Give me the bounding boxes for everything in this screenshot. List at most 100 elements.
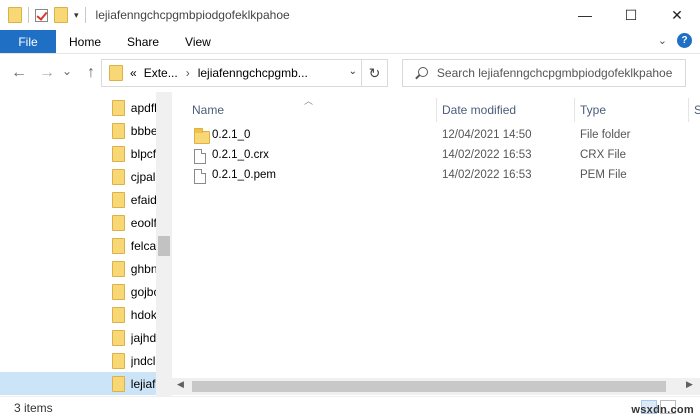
column-header-type[interactable]: Type (580, 100, 606, 120)
ribbon-tabs: File Home Share View ⌄ ? (0, 30, 700, 54)
breadcrumb-segment[interactable]: lejiafenngchcpgmb... (198, 66, 308, 80)
item-count: 3 items (14, 401, 53, 415)
tree-item-label: hdok (130, 307, 156, 322)
search-box[interactable] (402, 59, 686, 87)
column-divider[interactable] (688, 98, 689, 122)
tab-view[interactable]: View (172, 30, 224, 53)
navigation-pane-scroll-thumb[interactable] (158, 236, 170, 256)
properties-icon[interactable] (35, 8, 48, 22)
folder-icon (112, 145, 125, 162)
column-header-size[interactable]: S (694, 100, 700, 120)
tree-item-label: blpcf (130, 146, 156, 161)
tree-item[interactable]: apdfl (0, 96, 156, 119)
tree-item-label: cjpall (130, 169, 156, 184)
tab-home[interactable]: Home (56, 30, 114, 53)
file-icon (194, 169, 206, 184)
folder-icon (112, 122, 125, 139)
tree-item[interactable]: felcaa (0, 234, 156, 257)
folder-icon (112, 191, 125, 208)
search-input[interactable] (436, 66, 685, 80)
file-icon (194, 149, 206, 164)
tree-item[interactable]: eoolf (0, 211, 156, 234)
tree-item-label: lejiafe (130, 376, 156, 391)
column-divider[interactable] (436, 98, 437, 122)
tree-item-label: jndcl (130, 353, 156, 368)
tree-item[interactable]: efaid (0, 188, 156, 211)
tree-item-label: eoolf (130, 215, 156, 230)
tree-item[interactable]: ghbn (0, 257, 156, 280)
file-row[interactable]: 0.2.1_0 12/04/2021 14:50 File folder (190, 126, 680, 146)
address-overflow[interactable]: « (130, 66, 137, 80)
refresh-button[interactable]: ↻ (362, 59, 388, 87)
breadcrumb-segment[interactable]: Exte... (144, 66, 178, 80)
column-divider[interactable] (574, 98, 575, 122)
tree-item[interactable]: gojbc (0, 280, 156, 303)
up-button[interactable]: ↑ (80, 63, 102, 83)
scroll-left-icon[interactable]: ◀ (177, 379, 184, 390)
file-type: PEM File (580, 169, 627, 181)
new-folder-icon[interactable] (54, 7, 68, 23)
file-name: 0.2.1_0 (212, 129, 251, 141)
quick-access-toolbar: ▾ (0, 7, 86, 23)
tree-item[interactable]: blpcf (0, 142, 156, 165)
folder-icon (112, 352, 125, 369)
file-type: File folder (580, 129, 631, 141)
tab-file[interactable]: File (0, 30, 56, 53)
expand-ribbon-icon[interactable]: ⌄ (658, 34, 667, 47)
close-button[interactable]: ✕ (654, 0, 700, 30)
tree-item-label: ghbn (130, 261, 156, 276)
tree-item-label: efaid (130, 192, 156, 207)
tree-item[interactable]: jndcl (0, 349, 156, 372)
tab-share[interactable]: Share (114, 30, 172, 53)
maximize-button[interactable]: ☐ (608, 0, 654, 30)
search-icon (415, 67, 428, 79)
status-bar: 3 items (0, 396, 700, 419)
ribbon-controls: ⌄ ? (658, 33, 692, 48)
sort-ascending-icon: ︿ (304, 96, 314, 106)
folder-icon (194, 128, 210, 144)
column-header-date[interactable]: Date modified (442, 100, 516, 120)
forward-button[interactable]: → (36, 63, 58, 83)
breadcrumb-separator[interactable]: › (186, 66, 190, 80)
tree-item-selected[interactable]: lejiafe (0, 372, 156, 395)
tree-item[interactable]: jajhd (0, 326, 156, 349)
file-date: 14/02/2022 16:53 (442, 169, 532, 181)
file-name: 0.2.1_0.pem (212, 169, 276, 181)
back-button[interactable]: ← (8, 63, 30, 83)
tree-item-label: bbbe (130, 123, 156, 138)
folder-icon (8, 7, 22, 23)
file-name: 0.2.1_0.crx (212, 149, 269, 161)
address-dropdown-icon[interactable]: ⌄ (349, 66, 357, 77)
toolbar-divider (28, 7, 29, 23)
folder-icon (112, 168, 125, 185)
folder-icon (112, 260, 125, 277)
tree-item[interactable]: hdok (0, 303, 156, 326)
file-row[interactable]: 0.2.1_0.crx 14/02/2022 16:53 CRX File (190, 146, 680, 166)
tree-item[interactable]: cjpall (0, 165, 156, 188)
file-date: 12/04/2021 14:50 (442, 129, 532, 141)
watermark: wsxdn.com (631, 404, 694, 416)
tree-item-label: gojbc (130, 284, 156, 299)
folder-icon (112, 99, 125, 116)
folder-icon (112, 329, 125, 346)
toolbar-divider (84, 7, 86, 23)
scroll-right-icon[interactable]: ▶ (686, 379, 693, 390)
tree-item-label: jajhd (130, 330, 156, 345)
window-title: lejiafenngchcpgmbpiodgofeklkpahoe (95, 8, 290, 22)
address-bar[interactable]: « Exte... › lejiafenngchcpgmb... ⌄ (101, 59, 362, 87)
folder-icon (112, 306, 125, 323)
folder-icon (112, 214, 125, 231)
file-row[interactable]: 0.2.1_0.pem 14/02/2022 16:53 PEM File (190, 166, 680, 186)
help-icon[interactable]: ? (677, 33, 692, 48)
recent-locations-button[interactable]: ⌄ (60, 61, 74, 81)
tree-item[interactable]: bbbe (0, 119, 156, 142)
horizontal-scroll-thumb[interactable] (192, 381, 666, 392)
navigation-pane: apdfl bbbe blpcf cjpall efaid eoolf felc… (0, 92, 172, 396)
folder-icon (112, 375, 125, 392)
tree-item-label: apdfl (130, 100, 156, 115)
customize-toolbar-icon[interactable]: ▾ (74, 10, 79, 21)
column-header-name[interactable]: Name (192, 100, 224, 120)
tree-item-label: felcaa (130, 238, 156, 253)
folder-icon (112, 237, 125, 254)
minimize-button[interactable]: — (562, 0, 608, 30)
